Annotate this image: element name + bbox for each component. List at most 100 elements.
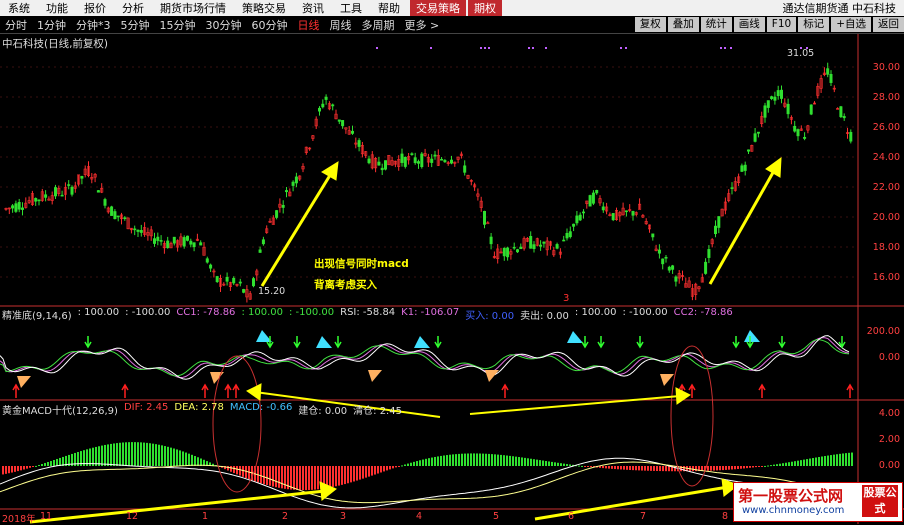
sell-arrow <box>85 336 91 347</box>
menu-item-function[interactable]: 功能 <box>38 0 76 16</box>
menu-item-strategy[interactable]: 策略交易 <box>234 0 294 16</box>
tab-weekly[interactable]: 周线 <box>325 17 357 33</box>
signal-dot <box>724 47 726 49</box>
candle-body <box>440 159 442 160</box>
add-watchlist-button[interactable]: +自选 <box>831 17 871 32</box>
candle-body <box>124 218 126 219</box>
signal-dot <box>625 47 627 49</box>
menu-item-system[interactable]: 系统 <box>0 0 38 16</box>
app-title: 通达信期货通 中石科技 <box>783 0 904 16</box>
x-tick: 6 <box>568 511 574 522</box>
candle-body <box>54 187 56 196</box>
kline-chart[interactable] <box>0 34 904 524</box>
candle-body <box>285 190 287 191</box>
indicator-fill <box>567 331 583 343</box>
candle-body <box>770 97 772 99</box>
macd-bar <box>815 458 817 466</box>
candle-body <box>15 204 17 212</box>
tab-60min[interactable]: 60分钟 <box>247 17 293 33</box>
overlay-button[interactable]: 叠加 <box>668 17 699 32</box>
candle-body <box>190 241 192 244</box>
draw-line-button[interactable]: 画线 <box>734 17 765 32</box>
tab-timeshare[interactable]: 分时 <box>0 17 32 33</box>
candle-body <box>35 198 37 201</box>
menu-item-options[interactable]: 期权 <box>468 0 502 16</box>
macd-bar <box>722 466 724 470</box>
macd-bar <box>728 466 730 470</box>
macd-bar <box>101 446 103 466</box>
indicator-fill <box>485 370 499 382</box>
indicator-value: 买入: 0.00 <box>465 307 514 322</box>
macd-dif: DIF: 2.45 <box>124 402 168 417</box>
tab-min-x3[interactable]: 分钟*3 <box>71 17 116 33</box>
tab-30min[interactable]: 30分钟 <box>201 17 247 33</box>
macd-bar <box>734 466 736 469</box>
candle-body <box>506 248 508 257</box>
candle-body <box>114 212 116 219</box>
menu-item-futures-market[interactable]: 期货市场行情 <box>152 0 234 16</box>
tab-5min[interactable]: 5分钟 <box>116 17 155 33</box>
macd-bar <box>851 453 853 466</box>
macd-bar <box>263 466 265 484</box>
menu-item-quote[interactable]: 报价 <box>76 0 114 16</box>
candle-body <box>378 162 380 165</box>
candle-body <box>662 259 664 264</box>
candle-body <box>431 159 433 163</box>
candle-body <box>503 248 505 256</box>
macd-bar <box>785 463 787 466</box>
indicator-fill <box>210 372 224 384</box>
macd-series <box>0 442 853 508</box>
menu-item-help[interactable]: 帮助 <box>370 0 408 16</box>
candle-body <box>200 243 202 245</box>
menu-item-tools[interactable]: 工具 <box>332 0 370 16</box>
macd-bar <box>290 466 292 490</box>
candle-body <box>401 154 403 163</box>
indicator-fill <box>368 370 382 382</box>
candle-body <box>292 182 294 186</box>
macd-bar <box>329 466 331 488</box>
macd-bar <box>779 464 781 466</box>
macd-bar <box>152 444 154 466</box>
candle-body <box>566 233 568 238</box>
macd-bar <box>623 466 625 470</box>
macd-bar <box>29 466 31 468</box>
tab-multi-period[interactable]: 多周期 <box>357 17 400 33</box>
tab-daily[interactable]: 日线 <box>293 17 325 33</box>
menu-item-trade-strategy[interactable]: 交易策略 <box>410 0 466 16</box>
macd-bar <box>356 466 358 481</box>
buy-arrow <box>689 385 695 398</box>
macd-bar <box>659 466 661 471</box>
tab-1min[interactable]: 1分钟 <box>32 17 71 33</box>
statistics-button[interactable]: 统计 <box>701 17 732 32</box>
macd-bar <box>737 466 739 469</box>
macd-bar <box>308 466 310 490</box>
macd-bar <box>443 455 445 466</box>
macd-bar <box>461 454 463 466</box>
mark-button[interactable]: 标记 <box>798 17 829 32</box>
macd-bar <box>374 466 376 475</box>
macd-bar <box>644 466 646 471</box>
buy-arrow <box>122 385 128 398</box>
tab-15min[interactable]: 15分钟 <box>155 17 201 33</box>
macd-bar <box>416 461 418 466</box>
signal-dot <box>480 47 482 49</box>
x-tick: 8 <box>722 511 728 522</box>
macd-bar <box>536 460 538 466</box>
f10-button[interactable]: F10 <box>767 17 796 32</box>
menu-item-news[interactable]: 资讯 <box>294 0 332 16</box>
macd-bar <box>104 445 106 466</box>
restore-rights-button[interactable]: 复权 <box>635 17 666 32</box>
macd-bar <box>830 455 832 466</box>
menu-item-analysis[interactable]: 分析 <box>114 0 152 16</box>
x-tick: 5 <box>493 511 499 522</box>
macd-bar <box>626 466 628 470</box>
tab-more[interactable]: 更多 > <box>400 17 445 33</box>
back-button[interactable]: 返回 <box>873 17 904 32</box>
candle-body <box>563 240 565 241</box>
arrow-macd-left <box>30 491 325 522</box>
candle-body <box>18 202 20 209</box>
macd-bar <box>848 453 850 466</box>
signal-dot <box>488 47 490 49</box>
arrow-head <box>247 384 261 400</box>
macd-bar <box>182 451 184 466</box>
